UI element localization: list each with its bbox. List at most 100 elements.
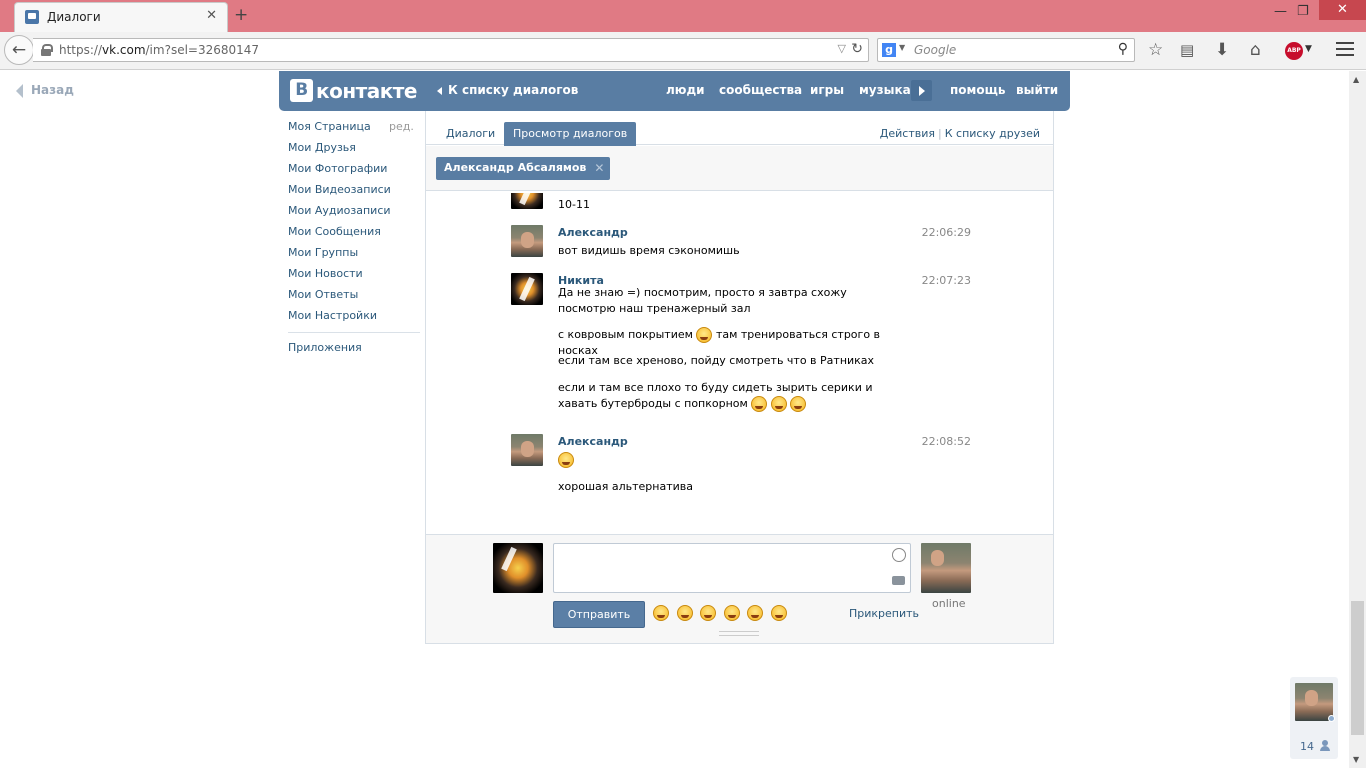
sidebar-item-audio[interactable]: Мои Аудиозаписи	[288, 204, 420, 225]
engine-dropdown-icon[interactable]: ▼	[899, 43, 905, 52]
to-friends-link[interactable]: К списку друзей	[945, 127, 1040, 140]
url-text: https://vk.com/im?sel=32680147	[59, 43, 260, 57]
surprised-emoji-icon[interactable]	[700, 605, 716, 621]
back-arrow-icon	[16, 83, 23, 98]
sidebar-item-apps[interactable]: Приложения	[288, 341, 420, 362]
url-history-dropdown-icon[interactable]: ▽	[838, 42, 846, 55]
scrollbar-thumb[interactable]	[1351, 601, 1364, 735]
scroll-up-icon[interactable]: ▲	[1353, 75, 1359, 84]
sidebar-item-videos[interactable]: Мои Видеозаписи	[288, 183, 420, 204]
online-friends-widget[interactable]: 14	[1290, 677, 1338, 759]
nav-help[interactable]: помощь	[950, 83, 1005, 97]
tab-dialogs[interactable]: Диалоги	[437, 122, 504, 146]
message-text: 10-11	[558, 198, 590, 211]
minimize-window-button[interactable]: —	[1274, 4, 1287, 19]
browser-menu-icon[interactable]	[1336, 42, 1354, 60]
bookmark-star-icon[interactable]: ☆	[1148, 40, 1163, 60]
sidebar-item-messages[interactable]: Мои Сообщения	[288, 225, 420, 246]
adblock-plus-icon[interactable]: ABP	[1285, 42, 1303, 60]
close-window-button[interactable]: ✕	[1319, 0, 1366, 20]
laughing-emoji-icon[interactable]	[676, 605, 693, 621]
reload-icon[interactable]: ↻	[851, 41, 863, 57]
message-history: 10-11 Александр 22:06:29 вот видишь врем…	[426, 193, 1053, 533]
grin-emoji-icon[interactable]	[653, 605, 669, 621]
to-dialogs-link[interactable]: К списку диалогов	[437, 83, 578, 97]
message-text: хорошая альтернатива	[558, 480, 693, 493]
sidebar-item-settings[interactable]: Мои Настройки	[288, 309, 420, 330]
tab-view-dialogs[interactable]: Просмотр диалогов	[504, 122, 637, 146]
avatar[interactable]	[511, 225, 543, 257]
message-text: вот видишь время сэкономишь	[558, 244, 740, 257]
sidebar-item-friends[interactable]: Мои Друзья	[288, 141, 420, 162]
adblock-dropdown-icon[interactable]: ▼	[1305, 44, 1312, 54]
maximize-window-button[interactable]: ❐	[1297, 4, 1309, 19]
scroll-down-icon[interactable]: ▼	[1353, 755, 1359, 764]
message-time: 22:07:23	[921, 274, 971, 287]
friends-count: 14	[1300, 740, 1314, 753]
sidebar-item-news[interactable]: Мои Новости	[288, 267, 420, 288]
back-link[interactable]: Назад	[16, 83, 74, 98]
search-icon[interactable]: ⚲	[1118, 41, 1128, 57]
left-sidebar: Моя Страница ред. Мои Друзья Мои Фотогра…	[288, 120, 420, 362]
vk-favicon-icon	[25, 10, 39, 24]
nav-music[interactable]: музыка	[859, 83, 911, 97]
friend-avatar[interactable]	[1295, 683, 1333, 721]
new-tab-button[interactable]: +	[234, 5, 248, 25]
dialog-actions: Действия | К списку друзей	[879, 127, 1040, 140]
peer-chip[interactable]: Александр Абсалямов ✕	[436, 157, 611, 180]
tab-title: Диалоги	[47, 10, 101, 24]
message-text: если там все хреново, пойду смотреть что…	[558, 354, 875, 367]
laughing-emoji-icon	[751, 396, 768, 412]
message-input[interactable]	[553, 543, 911, 593]
nav-games[interactable]: игры	[810, 83, 844, 97]
avatar[interactable]	[511, 273, 543, 305]
nav-people[interactable]: люди	[666, 83, 705, 97]
kiss-emoji-icon[interactable]	[747, 605, 763, 621]
sidebar-item-answers[interactable]: Мои Ответы	[288, 288, 420, 309]
browser-tab[interactable]: Диалоги ✕	[14, 2, 228, 32]
dialog-tabs-row: Диалоги Просмотр диалогов Действия | К спи…	[426, 111, 1053, 146]
actions-link[interactable]: Действия	[880, 127, 935, 140]
address-bar[interactable]: https://vk.com/im?sel=32680147 ▽ ↻	[33, 38, 869, 62]
laughing-emoji-icon	[696, 327, 713, 343]
sidebar-item-photos[interactable]: Мои Фотографии	[288, 162, 420, 183]
message-author[interactable]: Александр	[558, 226, 628, 239]
avatar[interactable]	[511, 193, 543, 209]
bookmarks-list-icon[interactable]: ▤	[1180, 41, 1194, 59]
attach-link[interactable]: Прикрепить	[849, 607, 919, 620]
music-play-icon[interactable]	[911, 80, 932, 101]
sidebar-divider	[288, 332, 420, 333]
avatar[interactable]	[511, 434, 543, 466]
peer-avatar[interactable]	[921, 543, 971, 593]
home-icon[interactable]: ⌂	[1250, 40, 1261, 60]
camera-icon[interactable]	[892, 576, 905, 585]
message-author[interactable]: Александр	[558, 435, 628, 448]
vk-logo[interactable]: Вконтакте	[290, 79, 417, 103]
download-icon[interactable]: ⬇	[1215, 40, 1229, 60]
edit-link[interactable]: ред.	[389, 120, 414, 133]
emoji-picker-icon[interactable]	[892, 548, 906, 562]
page-scrollbar[interactable]: ▲ ▼	[1349, 71, 1366, 768]
compose-area: online Отправить Прикрепить	[426, 534, 1053, 643]
online-status: online	[932, 597, 966, 610]
remove-peer-icon[interactable]: ✕	[594, 157, 604, 179]
my-avatar[interactable]	[493, 543, 543, 593]
online-dot-icon	[1328, 715, 1335, 722]
wink-emoji-icon[interactable]	[770, 605, 787, 621]
nav-logout[interactable]: выйти	[1016, 83, 1058, 97]
browser-title-bar: Диалоги ✕ + — ❐ ✕	[0, 0, 1366, 32]
search-box[interactable]: g ▼ Google ⚲	[877, 38, 1135, 62]
send-button[interactable]: Отправить	[553, 601, 645, 628]
browser-back-button[interactable]: ←	[4, 35, 34, 65]
vk-header: Вконтакте К списку диалогов люди сообщес…	[279, 71, 1070, 111]
smile-emoji-icon[interactable]	[723, 605, 740, 621]
nav-communities[interactable]: сообщества	[719, 83, 802, 97]
tab-close-icon[interactable]: ✕	[206, 8, 217, 23]
dialog-panel: Диалоги Просмотр диалогов Действия | К спи…	[425, 111, 1054, 644]
sidebar-item-groups[interactable]: Мои Группы	[288, 246, 420, 267]
laughing-emoji-icon	[558, 452, 574, 468]
resize-grip[interactable]	[719, 631, 759, 636]
laughing-emoji-icon	[790, 396, 807, 412]
google-engine-icon[interactable]: g	[882, 43, 896, 57]
search-placeholder: Google	[914, 43, 957, 57]
